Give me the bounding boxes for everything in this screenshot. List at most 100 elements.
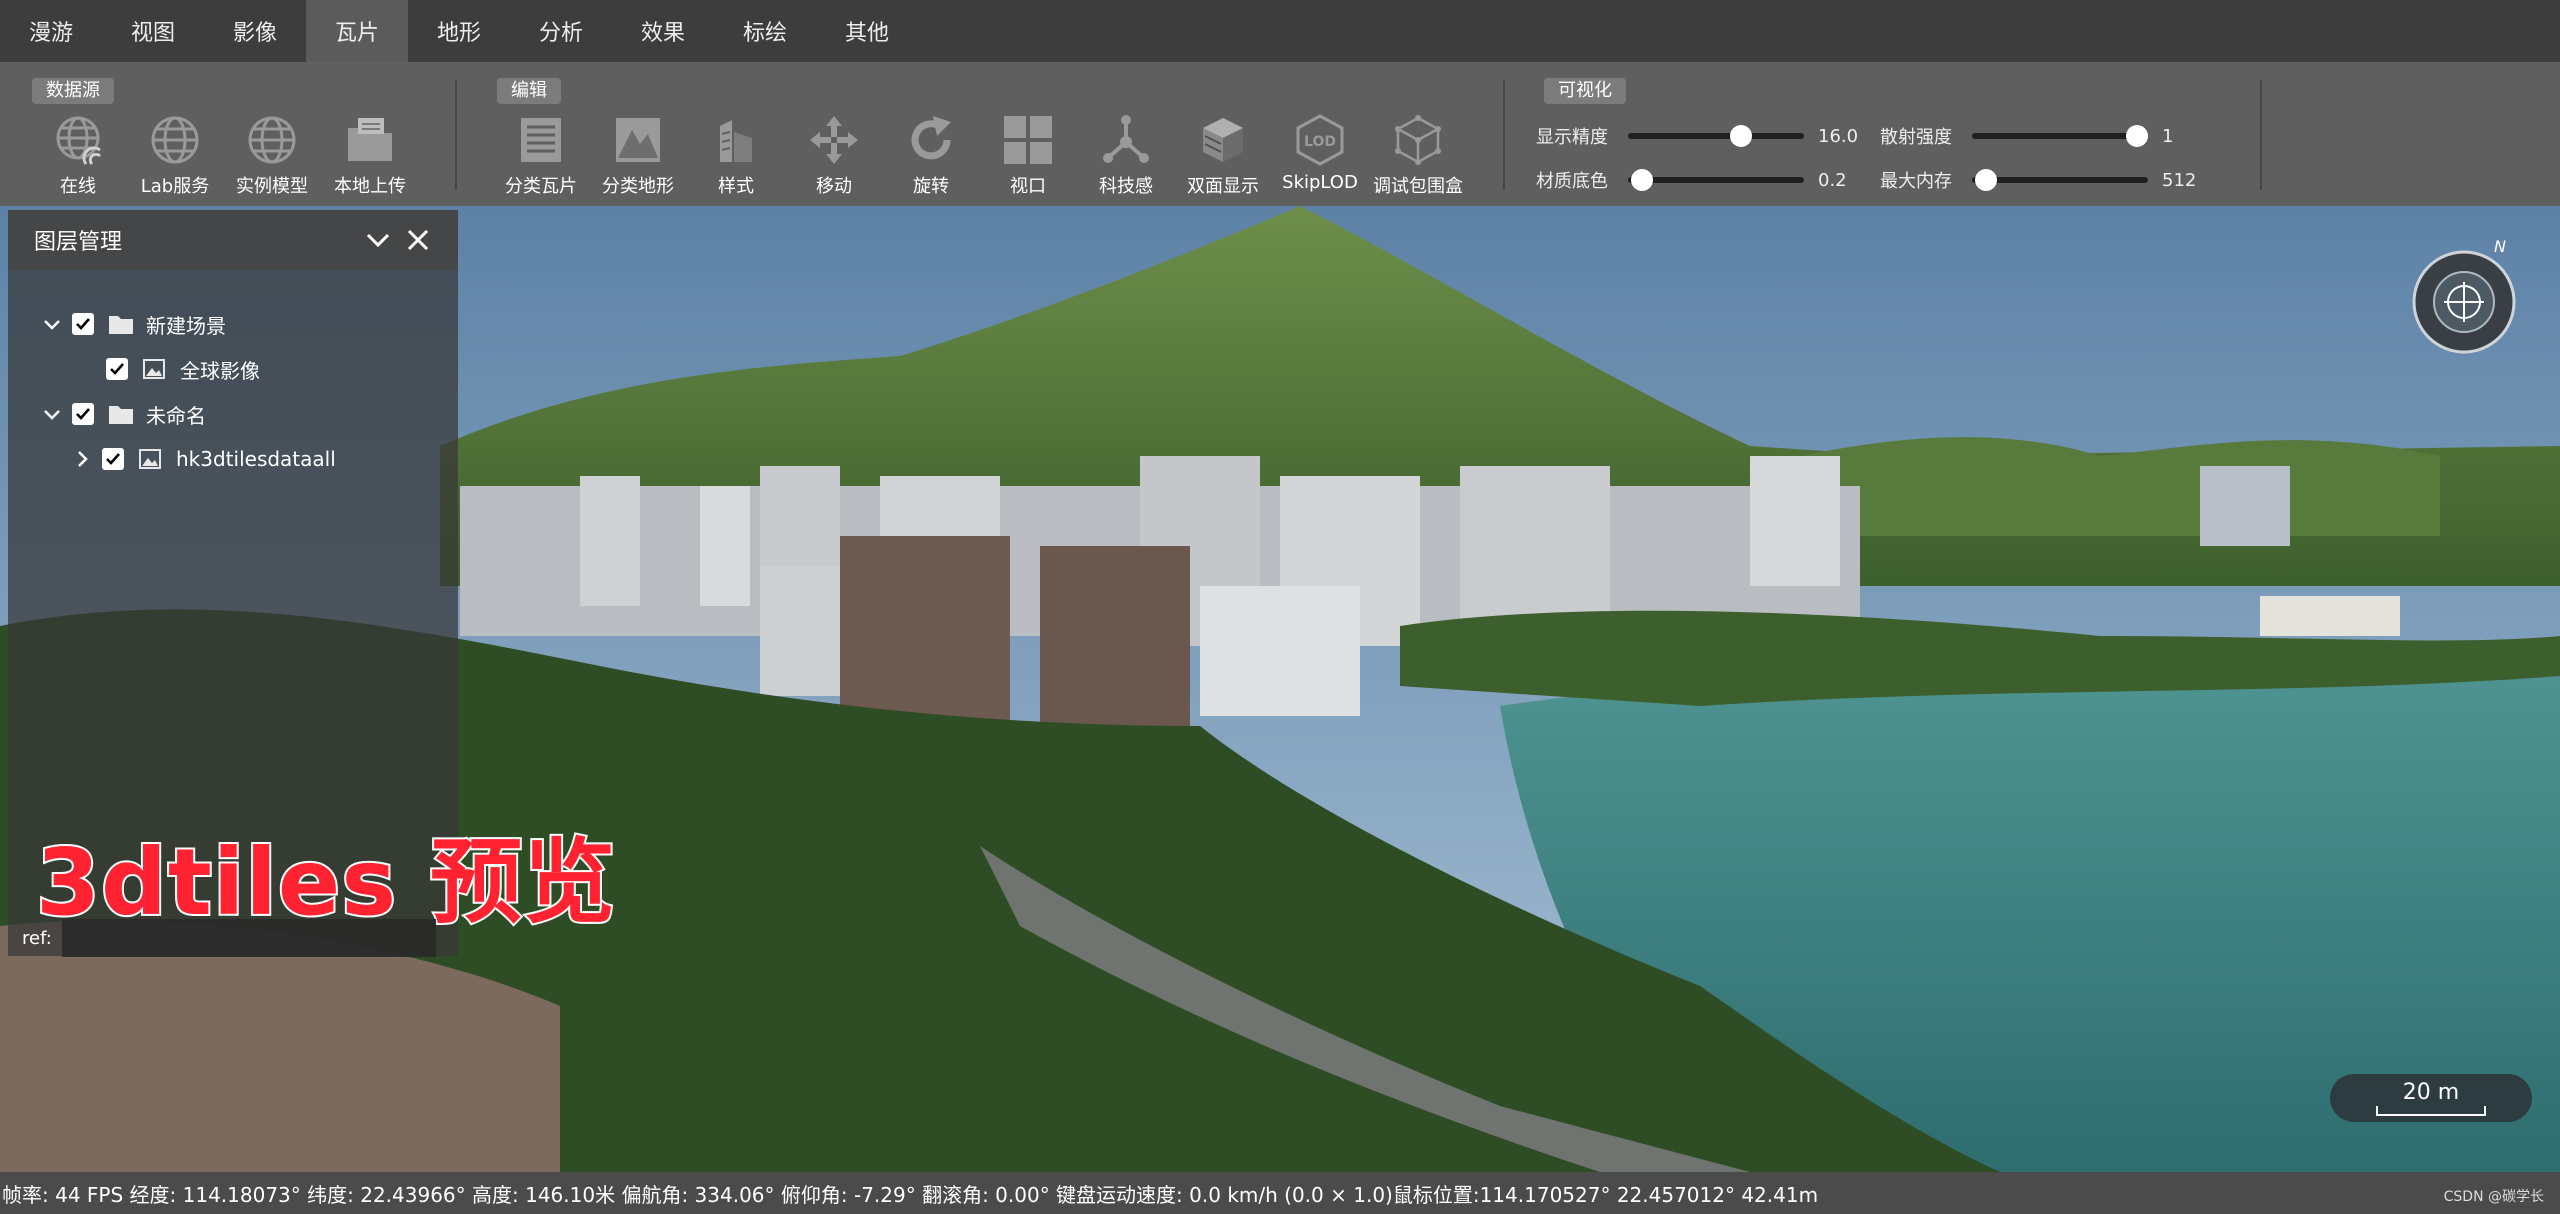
tool-double-side[interactable]: 双面显示 [1175,112,1271,202]
menu-tab-other[interactable]: 其他 [816,0,918,62]
slider-thumb[interactable] [2126,125,2148,147]
ref-label: ref: [22,927,52,949]
collapse-panel-button[interactable] [358,220,398,260]
group-divider [1503,80,1505,190]
slider-max-memory: 最大内存 512 [1880,166,2222,194]
tech-icon [1103,115,1149,163]
menu-tab-effects[interactable]: 效果 [612,0,714,62]
tool-label: 实例模型 [236,176,308,197]
ref-input[interactable] [61,919,436,957]
checkmark-icon [110,363,124,375]
checkmark-icon [76,318,90,330]
tool-label: 移动 [816,176,852,197]
tool-label: 样式 [718,176,754,197]
close-panel-button[interactable] [398,220,438,260]
bounding-box-icon [1395,115,1441,165]
group-title-edit: 编辑 [497,78,561,104]
tool-skip-lod[interactable]: LOD SkipLOD [1272,112,1368,202]
double-side-icon [1203,118,1243,162]
chevron-right-icon [78,451,88,467]
lod-icon: LOD [1296,114,1344,166]
menu-tab-view[interactable]: 视图 [102,0,204,62]
compass-north-label: N [2494,237,2506,256]
folder-icon [109,316,133,334]
slider-track[interactable] [1628,125,1804,147]
slider-label: 材质底色 [1536,171,1608,192]
tool-label: 旋转 [913,176,949,197]
rotate-icon [911,116,951,160]
move-icon [810,116,858,164]
tool-label: 本地上传 [334,176,406,197]
tool-move[interactable]: 移动 [786,112,882,202]
status-text: 帧率: 44 FPS 经度: 114.18073° 纬度: 22.43966° … [2,1182,1819,1207]
slider-label: 最大内存 [1880,171,1952,192]
tool-viewport[interactable]: 视口 [980,112,1076,202]
style-icon [720,120,752,162]
slider-scatter-strength: 散射强度 1 [1880,122,2222,150]
distance-scale-bar: 20 m [2330,1074,2532,1122]
tree-item-label: 全球影像 [180,358,260,383]
tool-tech-style[interactable]: 科技感 [1078,112,1174,202]
group-title-visual: 可视化 [1544,78,1626,104]
slider-value: 16.0 [1818,125,1859,147]
chevron-down-icon [44,410,60,420]
slider-track[interactable] [1972,169,2148,191]
slider-thumb[interactable] [1730,125,1752,147]
checkmark-icon [106,453,120,465]
menu-tab-imagery[interactable]: 影像 [204,0,306,62]
menu-tab-tiles[interactable]: 瓦片 [306,0,408,62]
folder-upload-icon [348,118,392,161]
slider-material-base-color: 材质底色 0.2 [1536,166,1878,194]
watermark: CSDN @碳学长 [2443,1189,2544,1205]
menu-tab-roam[interactable]: 漫游 [0,0,102,62]
tool-style[interactable]: 样式 [688,112,784,202]
layer-checkbox[interactable] [72,403,94,425]
tool-instance-model[interactable]: 实例模型 [224,112,320,202]
slider-track[interactable] [1972,125,2148,147]
chevron-down-icon [366,233,390,248]
slider-thumb[interactable] [1975,169,1997,191]
tool-label: 调试包围盒 [1373,176,1463,197]
slider-thumb[interactable] [1631,169,1653,191]
slider-value: 1 [2162,125,2174,147]
tool-debug-bounding-box[interactable]: 调试包围盒 [1370,112,1466,202]
tree-item-global-imagery[interactable]: 全球影像 [100,349,260,389]
tool-online[interactable]: 在线 [30,112,126,202]
top-menu-bar: 漫游 视图 影像 瓦片 地形 分析 效果 标绘 其他 [0,0,2560,62]
close-icon [407,229,429,251]
scale-ruler [2376,1106,2486,1116]
scale-label: 20 m [2402,1080,2460,1105]
tool-rotate[interactable]: 旋转 [883,112,979,202]
checkmark-icon [76,408,90,420]
tool-classify-terrain[interactable]: 分类地形 [590,112,686,202]
tool-lab-service[interactable]: Lab服务 [127,112,223,202]
layer-checkbox[interactable] [72,313,94,335]
compass-navigator[interactable]: N [2410,236,2520,356]
slider-track[interactable] [1628,169,1804,191]
chevron-down-icon [44,320,60,330]
expand-toggle[interactable] [68,445,96,473]
tool-label: 科技感 [1099,176,1153,197]
layer-panel-title: 图层管理 [34,230,123,255]
slider-label: 散射强度 [1880,127,1952,148]
expand-toggle[interactable] [38,310,66,338]
classify-terrain-icon [616,118,660,162]
expand-toggle[interactable] [38,400,66,428]
folder-icon [109,406,133,424]
group-divider [2260,80,2262,190]
tree-item-label: 新建场景 [146,313,226,338]
tree-item-unnamed[interactable]: 未命名 [38,394,206,434]
tree-item-new-scene[interactable]: 新建场景 [38,304,226,344]
status-bar: 帧率: 44 FPS 经度: 114.18073° 纬度: 22.43966° … [0,1172,2560,1214]
tool-classify-tiles[interactable]: 分类瓦片 [493,112,589,202]
menu-tab-terrain[interactable]: 地形 [408,0,510,62]
tree-item-hk3dtiles[interactable]: hk3dtilesdataall [68,439,336,479]
tool-label: Lab服务 [140,176,210,197]
menu-tab-analysis[interactable]: 分析 [510,0,612,62]
tool-label: 双面显示 [1187,176,1259,197]
layer-checkbox[interactable] [106,358,128,380]
tool-local-upload[interactable]: 本地上传 [322,112,418,202]
tree-item-label: hk3dtilesdataall [176,447,336,471]
menu-tab-plotting[interactable]: 标绘 [714,0,816,62]
layer-checkbox[interactable] [102,448,124,470]
